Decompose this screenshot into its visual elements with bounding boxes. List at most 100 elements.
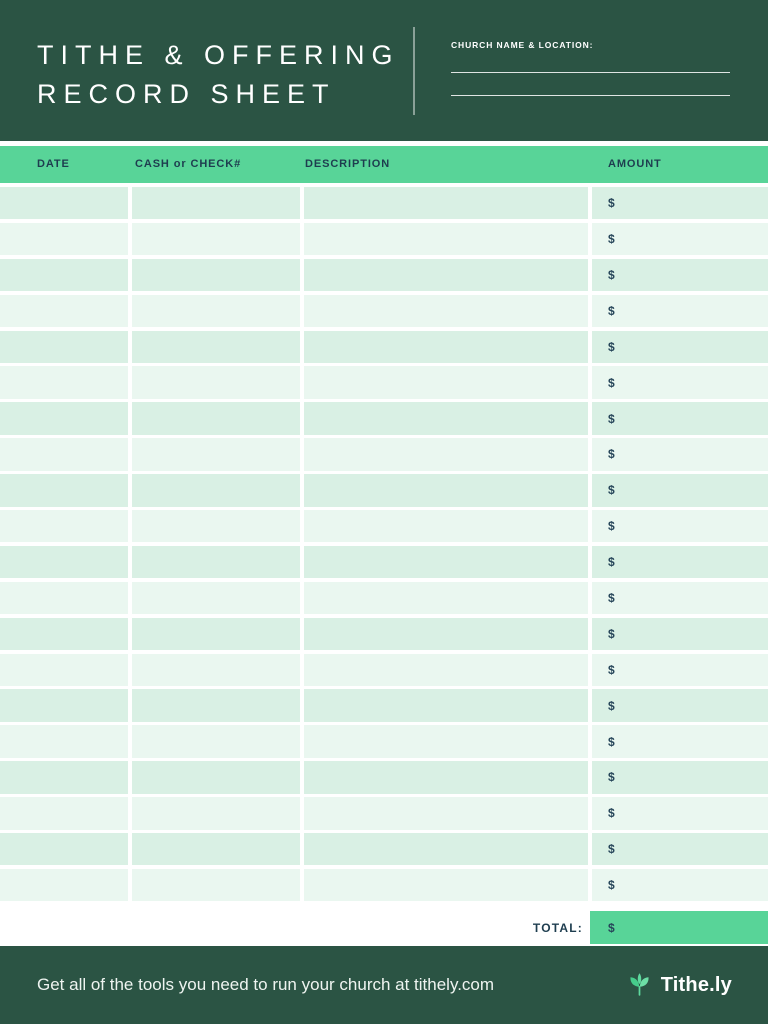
table-header-row: DATE CASH or CHECK# DESCRIPTION AMOUNT: [0, 146, 768, 183]
cell-date: [0, 187, 128, 220]
cell-desc: [304, 438, 588, 471]
cell-date: [0, 330, 128, 363]
column-header-description: DESCRIPTION: [305, 158, 391, 170]
cell-amount: $: [592, 797, 768, 830]
cell-date: [0, 617, 128, 651]
church-name-label: CHURCH NAME & LOCATION:: [451, 40, 594, 50]
table-row: $: [0, 330, 768, 363]
cell-amount: $: [592, 868, 768, 902]
cell-cash: [132, 833, 300, 866]
cell-desc: [304, 294, 588, 328]
cell-cash: [132, 330, 300, 363]
cell-date: [0, 366, 128, 399]
cell-date: [0, 868, 128, 902]
table-row: $: [0, 689, 768, 722]
cell-desc: [304, 868, 588, 902]
table-row: $: [0, 402, 768, 435]
cell-amount: $: [592, 689, 768, 722]
currency-symbol: $: [608, 770, 615, 785]
table-body: $ $ $ $ $ $ $ $ $ $ $ $ $ $ $ $ $ $ $ $: [0, 187, 768, 902]
cell-desc: [304, 330, 588, 363]
page-header: TITHE & OFFERING RECORD SHEET CHURCH NAM…: [0, 0, 768, 141]
table-row: $: [0, 797, 768, 830]
cell-cash: [132, 402, 300, 435]
cell-desc: [304, 725, 588, 758]
church-location-blank-line: [451, 95, 730, 96]
page-title: TITHE & OFFERING RECORD SHEET: [37, 36, 400, 114]
cell-amount: $: [592, 761, 768, 794]
column-header-cash-or-check: CASH or CHECK#: [135, 158, 242, 170]
currency-symbol: $: [608, 555, 615, 570]
column-header-amount: AMOUNT: [608, 158, 662, 170]
table-row: $: [0, 258, 768, 292]
cell-amount: $: [592, 438, 768, 471]
currency-symbol: $: [608, 339, 615, 354]
cell-desc: [304, 617, 588, 651]
currency-symbol: $: [608, 662, 615, 677]
cell-amount: $: [592, 330, 768, 363]
cell-date: [0, 761, 128, 794]
cell-desc: [304, 833, 588, 866]
currency-symbol: $: [608, 590, 615, 605]
cell-cash: [132, 868, 300, 902]
cell-date: [0, 833, 128, 866]
currency-symbol: $: [608, 411, 615, 426]
header-vertical-divider: [413, 27, 415, 115]
cell-amount: $: [592, 725, 768, 758]
cell-cash: [132, 689, 300, 722]
cell-cash: [132, 653, 300, 686]
tithely-logo: Tithe.ly: [627, 946, 732, 1024]
currency-symbol: $: [608, 196, 615, 211]
church-name-blank-line: [451, 72, 730, 73]
cell-desc: [304, 258, 588, 292]
cell-cash: [132, 187, 300, 220]
cell-cash: [132, 725, 300, 758]
cell-date: [0, 797, 128, 830]
table-row: $: [0, 653, 768, 686]
table-row: $: [0, 222, 768, 256]
cell-date: [0, 294, 128, 328]
currency-symbol: $: [608, 483, 615, 498]
cell-desc: [304, 366, 588, 399]
table-row: $: [0, 187, 768, 220]
table-row: $: [0, 294, 768, 328]
cell-desc: [304, 545, 588, 579]
cell-amount: $: [592, 581, 768, 615]
cell-amount: $: [592, 653, 768, 686]
cell-amount: $: [592, 294, 768, 328]
cell-date: [0, 438, 128, 471]
cell-cash: [132, 545, 300, 579]
currency-symbol: $: [608, 920, 615, 935]
table-row: $: [0, 510, 768, 543]
cell-cash: [132, 761, 300, 794]
cell-date: [0, 581, 128, 615]
cell-date: [0, 222, 128, 256]
cell-amount: $: [592, 366, 768, 399]
currency-symbol: $: [608, 842, 615, 857]
cell-desc: [304, 653, 588, 686]
currency-symbol: $: [608, 232, 615, 247]
page-title-line2: RECORD SHEET: [37, 79, 336, 109]
cell-amount: $: [592, 258, 768, 292]
cell-amount: $: [592, 402, 768, 435]
cell-cash: [132, 222, 300, 256]
cell-amount: $: [592, 474, 768, 507]
column-header-date: DATE: [37, 158, 70, 170]
cell-desc: [304, 581, 588, 615]
cell-amount: $: [592, 510, 768, 543]
cell-amount: $: [592, 545, 768, 579]
cell-cash: [132, 258, 300, 292]
cell-cash: [132, 617, 300, 651]
record-sheet-page: TITHE & OFFERING RECORD SHEET CHURCH NAM…: [0, 0, 768, 1024]
cell-cash: [132, 797, 300, 830]
currency-symbol: $: [608, 519, 615, 534]
cell-date: [0, 474, 128, 507]
cell-desc: [304, 402, 588, 435]
brand-name: Tithe.ly: [660, 973, 732, 996]
currency-symbol: $: [608, 303, 615, 318]
cell-cash: [132, 581, 300, 615]
currency-symbol: $: [608, 734, 615, 749]
cell-desc: [304, 761, 588, 794]
cell-desc: [304, 222, 588, 256]
sprout-leaf-icon: [630, 972, 649, 996]
